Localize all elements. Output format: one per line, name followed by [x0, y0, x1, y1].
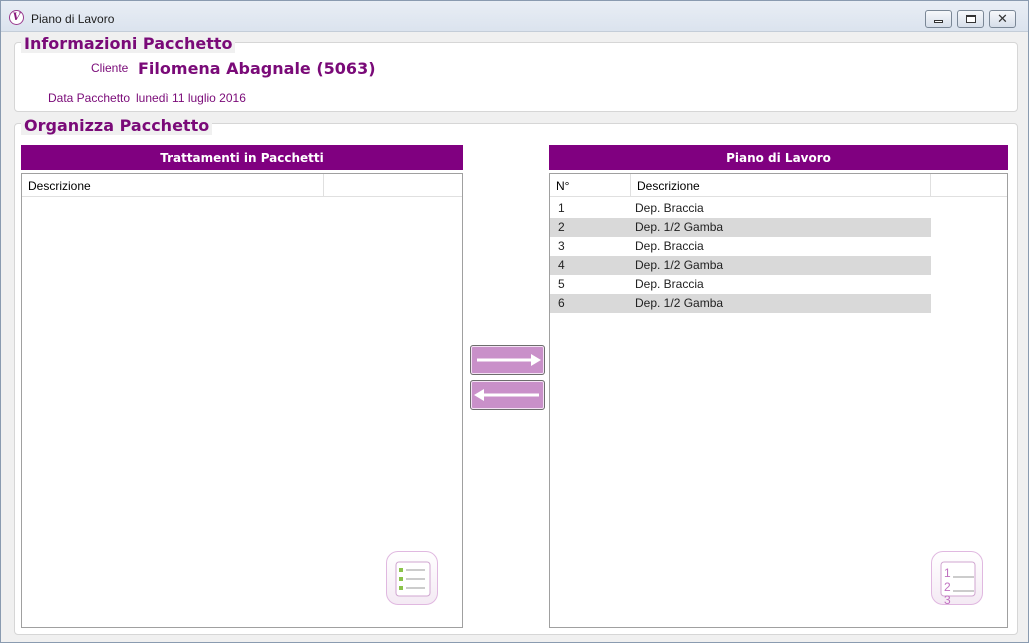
organizza-group-title: Organizza Pacchetto — [21, 116, 213, 135]
move-left-button[interactable] — [470, 380, 545, 410]
row-number: 4 — [558, 258, 565, 272]
trattamenti-header: Trattamenti in Pacchetti — [21, 145, 463, 170]
row-description: Dep. Braccia — [635, 201, 704, 215]
table-row[interactable]: 6 Dep. 1/2 Gamba — [550, 294, 931, 313]
row-number: 3 — [558, 239, 565, 253]
data-pacchetto-value: lunedì 11 luglio 2016 — [136, 91, 246, 105]
row-description: Dep. Braccia — [635, 239, 704, 253]
close-button[interactable]: ✕ — [989, 10, 1016, 28]
row-number: 5 — [558, 277, 565, 291]
cliente-value: Filomena Abagnale (5063) — [138, 59, 376, 78]
maximize-button[interactable] — [957, 10, 984, 28]
column-header-empty[interactable] — [324, 174, 462, 197]
main-window: V Piano di Lavoro ✕ Informazioni Pacchet… — [0, 0, 1029, 643]
piano-lavoro-rows: 1 Dep. Braccia 2 Dep. 1/2 Gamba 3 Dep. B… — [550, 199, 931, 313]
window-title: Piano di Lavoro — [31, 12, 115, 26]
minimize-icon — [934, 20, 943, 23]
numbered-glyph: 2 — [944, 580, 951, 594]
trattamenti-grid[interactable]: Descrizione — [21, 173, 463, 628]
numbered-glyph: 3 — [944, 593, 951, 606]
row-description: Dep. Braccia — [635, 277, 704, 291]
table-row[interactable]: 3 Dep. Braccia — [550, 237, 931, 256]
column-header-descrizione[interactable]: Descrizione — [631, 174, 931, 197]
table-row[interactable]: 5 Dep. Braccia — [550, 275, 931, 294]
row-number: 2 — [558, 220, 565, 234]
numbered-list-icon: 1 2 3 — [931, 551, 983, 607]
piano-lavoro-grid[interactable]: N° Descrizione 1 Dep. Braccia 2 Dep. 1/2… — [549, 173, 1008, 628]
maximize-icon — [966, 15, 976, 23]
cliente-label: Cliente — [91, 61, 129, 75]
arrow-left-icon — [474, 389, 539, 401]
numbered-glyph: 1 — [944, 566, 951, 580]
data-pacchetto-label: Data Pacchetto — [48, 91, 131, 105]
checklist-icon — [386, 551, 438, 605]
column-header-descrizione[interactable]: Descrizione — [22, 174, 324, 197]
column-header-empty[interactable] — [931, 174, 1007, 197]
close-icon: ✕ — [997, 11, 1008, 26]
arrow-right-icon — [477, 354, 541, 366]
column-header-numero[interactable]: N° — [550, 174, 631, 197]
table-row[interactable]: 1 Dep. Braccia — [550, 199, 931, 218]
move-right-button[interactable] — [470, 345, 545, 375]
info-group-title: Informazioni Pacchetto — [21, 34, 236, 53]
title-bar[interactable]: V Piano di Lavoro ✕ — [1, 1, 1028, 32]
row-description: Dep. 1/2 Gamba — [635, 258, 724, 272]
row-number: 1 — [558, 201, 565, 215]
minimize-button[interactable] — [925, 10, 952, 28]
table-row[interactable]: 4 Dep. 1/2 Gamba — [550, 256, 931, 275]
table-row[interactable]: 2 Dep. 1/2 Gamba — [550, 218, 931, 237]
row-number: 6 — [558, 296, 565, 310]
app-logo-icon: V — [9, 10, 24, 25]
piano-lavoro-header: Piano di Lavoro — [549, 145, 1008, 170]
row-description: Dep. 1/2 Gamba — [635, 296, 724, 310]
row-description: Dep. 1/2 Gamba — [635, 220, 724, 234]
